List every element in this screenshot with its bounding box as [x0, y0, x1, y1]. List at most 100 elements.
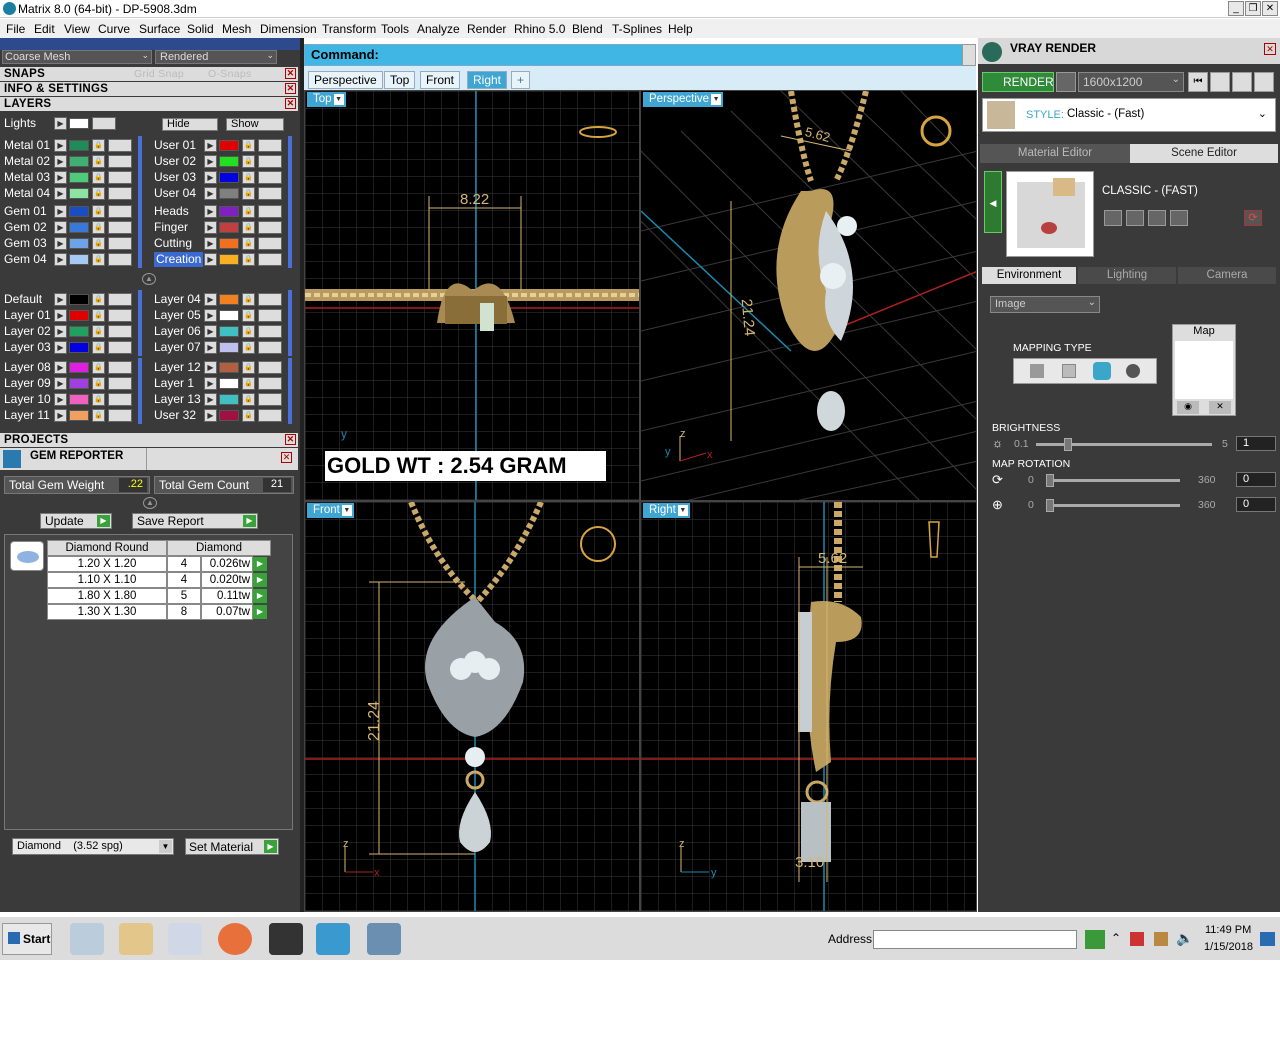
layer-row[interactable]: Metal 03 ▶ 🔒	[4, 170, 142, 185]
layer-row[interactable]: Gem 03 ▶ 🔒	[4, 236, 142, 251]
layer-row[interactable]: Metal 01 ▶ 🔒	[4, 138, 142, 153]
collapse-icon[interactable]: ▲	[142, 273, 156, 285]
close-button[interactable]: ✕	[1262, 1, 1278, 16]
visibility-toggle[interactable]	[258, 187, 282, 200]
viewport-front-label[interactable]: Front ▼	[307, 503, 354, 518]
visibility-toggle[interactable]	[258, 341, 282, 354]
expand-icon[interactable]: ▶	[54, 377, 67, 390]
save-as-icon[interactable]	[1126, 210, 1144, 226]
lock-icon[interactable]: 🔒	[92, 309, 105, 322]
menu-transform[interactable]: Transform	[322, 22, 376, 36]
explorer-icon[interactable]	[119, 923, 153, 955]
visibility-toggle[interactable]	[108, 155, 132, 168]
expand-icon[interactable]: ▶	[204, 221, 217, 234]
play-icon[interactable]: ▶	[253, 557, 267, 571]
lock-icon[interactable]: 🔒	[92, 361, 105, 374]
menu-tools[interactable]: Tools	[381, 22, 409, 36]
save-icon[interactable]	[1104, 210, 1122, 226]
visibility-toggle[interactable]	[258, 237, 282, 250]
app-icon[interactable]	[269, 923, 303, 955]
lock-icon[interactable]: 🔒	[242, 361, 255, 374]
expand-icon[interactable]: ▶	[204, 155, 217, 168]
close-icon[interactable]: ✕	[285, 98, 296, 109]
viewport-right-label[interactable]: Right ▼	[643, 503, 690, 518]
expand-icon[interactable]: ▶	[204, 187, 217, 200]
lights-color[interactable]	[69, 118, 89, 129]
osnap-toggle[interactable]: O-Snaps	[208, 67, 252, 81]
lock-icon[interactable]: 🔒	[242, 377, 255, 390]
layer-row[interactable]: Layer 05 ▶ 🔒	[154, 308, 292, 323]
tab-environment[interactable]: Environment	[982, 267, 1076, 284]
layer-color-swatch[interactable]	[219, 172, 239, 183]
menu-surface[interactable]: Surface	[139, 22, 180, 36]
go-icon[interactable]	[1085, 930, 1105, 949]
layer-row[interactable]: Layer 09 ▶ 🔒	[4, 376, 142, 391]
close-icon[interactable]: ✕	[285, 68, 296, 79]
list-icon[interactable]	[1232, 72, 1252, 92]
lock-icon[interactable]: 🔒	[92, 237, 105, 250]
style-select[interactable]: STYLE: Classic - (Fast) ⌄	[982, 98, 1276, 132]
rotation-slider[interactable]	[1046, 479, 1180, 482]
command-scroll[interactable]	[962, 44, 976, 66]
material-select[interactable]: Diamond (3.52 spg) ▼	[12, 838, 174, 855]
lock-icon[interactable]: 🔒	[92, 171, 105, 184]
visibility-toggle[interactable]	[108, 221, 132, 234]
expand-icon[interactable]: ▶	[54, 205, 67, 218]
layer-row[interactable]: Finger ▶ 🔒	[154, 220, 292, 235]
layer-row[interactable]: Layer 12 ▶ 🔒	[154, 360, 292, 375]
mesh-select[interactable]: Coarse Mesh ⌄	[2, 50, 152, 64]
sphere-mapping-icon[interactable]	[1126, 364, 1140, 378]
lock-icon[interactable]: 🔒	[242, 341, 255, 354]
layer-color-swatch[interactable]	[219, 362, 239, 373]
rewind-icon[interactable]: ⏮	[1188, 72, 1208, 92]
layer-row[interactable]: Layer 02 ▶ 🔒	[4, 324, 142, 339]
expand-icon[interactable]: ▶	[54, 253, 67, 266]
lock-icon[interactable]: 🔒	[242, 409, 255, 422]
update-button[interactable]: Update ▶	[40, 513, 112, 529]
layer-row[interactable]: User 01 ▶ 🔒	[154, 138, 292, 153]
tilt-value[interactable]: 0	[1236, 497, 1276, 512]
expand-icon[interactable]: ▶	[204, 325, 217, 338]
layer-row[interactable]: Layer 07 ▶ 🔒	[154, 340, 292, 355]
menu-view[interactable]: View	[64, 22, 90, 36]
layer-color-swatch[interactable]	[69, 238, 89, 249]
lock-icon[interactable]: 🔒	[242, 253, 255, 266]
command-bar[interactable]: Command:	[304, 44, 976, 66]
set-material-button[interactable]: Set Material ▶	[185, 838, 279, 855]
lock-icon[interactable]: 🔒	[92, 293, 105, 306]
show-button[interactable]: Show	[226, 118, 284, 131]
layer-row[interactable]: Gem 01 ▶ 🔒	[4, 204, 142, 219]
lock-icon[interactable]: 🔒	[242, 237, 255, 250]
menu-solid[interactable]: Solid	[187, 22, 214, 36]
collapse-left-icon[interactable]: ◀	[984, 171, 1002, 233]
close-icon[interactable]: ✕	[1264, 43, 1276, 55]
network-icon[interactable]	[1130, 932, 1144, 946]
viewport-perspective[interactable]: Perspective ▼ 5.62 21.24 z y x	[640, 90, 977, 501]
lock-icon[interactable]: 🔒	[92, 155, 105, 168]
expand-icon[interactable]: ▶	[54, 221, 67, 234]
lock-icon[interactable]: 🔒	[242, 309, 255, 322]
visibility-toggle[interactable]	[258, 309, 282, 322]
show-desktop-icon[interactable]	[1260, 932, 1275, 946]
matrix-icon[interactable]	[316, 923, 350, 955]
layer-color-swatch[interactable]	[219, 342, 239, 353]
visibility-toggle[interactable]	[108, 377, 132, 390]
brightness-slider-handle[interactable]	[1064, 438, 1072, 451]
tilt-slider-handle[interactable]	[1046, 499, 1054, 512]
layer-color-swatch[interactable]	[69, 326, 89, 337]
menu-file[interactable]: File	[6, 22, 25, 36]
gem-reporter-header[interactable]: GEM REPORTER ✕	[0, 448, 298, 470]
tab-front[interactable]: Front	[420, 71, 461, 89]
tab-camera[interactable]: Camera	[1178, 267, 1276, 284]
layer-color-swatch[interactable]	[69, 222, 89, 233]
play-icon[interactable]: ▶	[253, 605, 267, 619]
lock-icon[interactable]: 🔒	[242, 325, 255, 338]
layer-color-swatch[interactable]	[219, 238, 239, 249]
visibility-toggle[interactable]	[108, 309, 132, 322]
visibility-toggle[interactable]	[258, 139, 282, 152]
import-icon[interactable]	[1170, 210, 1188, 226]
layer-color-swatch[interactable]	[69, 140, 89, 151]
layer-color-swatch[interactable]	[69, 172, 89, 183]
lock-icon[interactable]: 🔒	[92, 377, 105, 390]
planar-mapping-icon[interactable]	[1030, 364, 1044, 378]
